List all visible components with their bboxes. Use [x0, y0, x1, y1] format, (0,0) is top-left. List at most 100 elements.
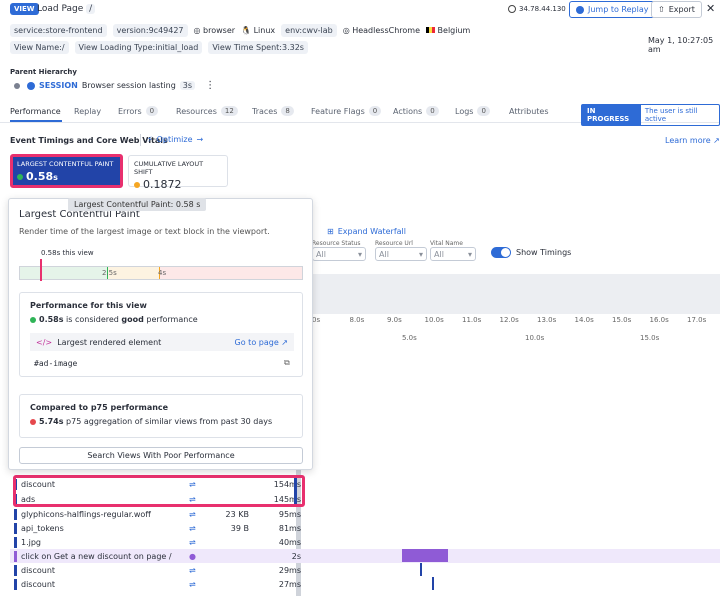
axis-tick: 12.0s [499, 316, 519, 324]
timeline-event-bar[interactable] [402, 549, 448, 562]
tab-attributes[interactable]: Attributes [509, 106, 569, 116]
row-duration: 2s [291, 551, 301, 561]
axis-tick: 9.0s [387, 316, 402, 324]
more-options-icon[interactable]: ⋮ [205, 80, 215, 91]
good-dot-icon [30, 316, 36, 323]
table-row[interactable]: click on Get a new discount on page / ● 2s [10, 549, 720, 563]
view-tag: VIEW [10, 3, 39, 15]
close-icon[interactable]: ✕ [706, 2, 715, 15]
page-title: Load Page / [37, 4, 96, 14]
timeline-event-bar[interactable] [432, 577, 434, 590]
tag-env[interactable]: env:cwv-lab [281, 24, 337, 37]
table-row[interactable]: api_tokens ⇌ 39 B 81ms [14, 521, 714, 535]
tag-time-spent[interactable]: View Time Spent:3.32s [208, 41, 308, 54]
vital-name-select[interactable]: All ▾ [430, 247, 476, 261]
resource-type-icon: ⇌ [189, 537, 196, 547]
tag-country[interactable]: Belgium [426, 26, 470, 35]
p75-line: 5.74s p75 aggregation of similar views f… [30, 417, 272, 426]
tab-traces[interactable]: Traces 8 [252, 106, 311, 116]
tab-resources[interactable]: Resources 12 [176, 106, 252, 116]
lcp-card[interactable]: LARGEST CONTENTFUL PAINT 0.58s [10, 154, 123, 188]
ip-text: 34.78.44.130 [519, 5, 566, 13]
tab-errors[interactable]: Errors 0 [118, 106, 176, 116]
search-poor-views-button[interactable]: Search Views With Poor Performance [19, 447, 303, 464]
ip-address: 34.78.44.130 [508, 5, 566, 13]
row-name: discount [21, 565, 56, 575]
filter-resource-status[interactable]: Resource Status All ▾ [312, 240, 366, 261]
tab-performance[interactable]: Performance [10, 106, 74, 116]
resource-type-icon: ⇌ [189, 579, 196, 589]
belgium-flag-icon [426, 27, 435, 33]
lcp-label: LARGEST CONTENTFUL PAINT [17, 160, 114, 168]
tag-loading-type[interactable]: View Loading Type:initial_load [74, 41, 203, 54]
tab-actions[interactable]: Actions 0 [393, 106, 455, 116]
timeline-event-bar[interactable] [420, 563, 422, 576]
cls-card[interactable]: CUMULATIVE LAYOUT SHIFT 0.1872 [128, 155, 228, 191]
action-icon: ● [189, 551, 196, 561]
tag-browser[interactable]: ◎ browser [194, 26, 236, 35]
axis-tick-secondary: 10.0s [525, 334, 545, 342]
learn-more-link[interactable]: Learn more ↗ [665, 136, 720, 145]
session-link[interactable]: SESSION Browser session lasting 3s ⋮ [14, 80, 215, 91]
lcp-value-row: 0.58s [17, 170, 116, 183]
row-name: discount [21, 579, 56, 589]
session-tag: SESSION [39, 81, 78, 90]
axis-tick: 10.0s [424, 316, 444, 324]
timeline-overview[interactable] [312, 274, 720, 314]
go-to-page-link[interactable]: Go to page ↗ [235, 338, 288, 347]
session-duration: 3s [179, 81, 196, 90]
timeline-axis: 0s 8.0s 9.0s 10.0s 11.0s 12.0s 13.0s 14.0s 15.0s… [312, 316, 720, 328]
scale-bad [160, 267, 302, 279]
row-duration: 27ms [278, 579, 301, 589]
resource-type-icon: ⇌ [189, 523, 196, 533]
cls-value-row: 0.1872 [134, 178, 222, 191]
tag-headless[interactable]: ◎ HeadlessChrome [343, 26, 420, 35]
resource-status-select[interactable]: All ▾ [312, 247, 366, 261]
p75-card: Compared to p75 performance 5.74s p75 ag… [19, 394, 303, 438]
show-timings-toggle[interactable]: Show Timings [491, 247, 571, 258]
export-icon: ⇧ [658, 5, 665, 14]
cls-label: CUMULATIVE LAYOUT SHIFT [134, 160, 204, 176]
expand-waterfall-button[interactable]: ⊞ Expand Waterfall [327, 227, 406, 236]
toggle-switch[interactable] [491, 247, 511, 258]
element-header: </> Largest rendered element Go to page … [30, 333, 294, 351]
popover-description: Render time of the largest image or text… [19, 227, 270, 236]
axis-tick-secondary: 15.0s [640, 334, 660, 342]
jump-to-replay-button[interactable]: Jump to Replay [569, 1, 656, 18]
tab-feature-flags[interactable]: Feature Flags 0 [311, 106, 393, 116]
resource-url-select[interactable]: All ▾ [375, 247, 427, 261]
row-type-bar [14, 536, 17, 548]
vitals-divider [140, 134, 141, 146]
tag-view-name[interactable]: View Name:/ [10, 41, 69, 54]
table-row[interactable]: discount ⇌ 29ms [14, 563, 714, 577]
tab-replay[interactable]: Replay [74, 106, 118, 116]
row-type-bar [14, 508, 17, 520]
tag-version[interactable]: version:9c49427 [112, 24, 188, 37]
bad-dot-icon [30, 418, 36, 425]
view-title: Load Page [37, 4, 84, 14]
filter-resource-url[interactable]: Resource Url All ▾ [375, 240, 427, 261]
table-row[interactable]: 1.jpg ⇌ 40ms [14, 535, 714, 549]
export-button[interactable]: ⇧ Export [651, 1, 702, 18]
row-duration: 95ms [278, 509, 301, 519]
table-row[interactable]: glyphicons-halflings-regular.woff ⇌ 23 KB 9… [14, 507, 714, 521]
external-link-icon: ↗ [281, 337, 288, 347]
copy-icon[interactable]: ⧉ [284, 358, 290, 368]
axis-tick-secondary: 5.0s [402, 334, 417, 342]
row-name: api_tokens [21, 523, 64, 533]
table-row[interactable]: discount ⇌ 27ms [14, 577, 714, 591]
tag-os[interactable]: 🐧 Linux [241, 26, 275, 35]
tab-bar: Performance Replay Errors 0 Resources 12 T… [10, 106, 569, 116]
tag-row-1: service:store-frontend version:9c49427 ◎… [10, 24, 470, 37]
filter-vital-name[interactable]: Vital Name All ▾ [430, 240, 476, 261]
expand-icon: ⊞ [327, 227, 334, 236]
axis-tick: 11.0s [462, 316, 482, 324]
timeline-event-bar[interactable] [294, 478, 297, 504]
axis-tick: 0s [312, 316, 321, 324]
row-type-bar [14, 522, 17, 534]
tag-service[interactable]: service:store-frontend [10, 24, 107, 37]
optimize-link[interactable]: ⚡ Optimize → [147, 135, 203, 144]
chevron-down-icon: ▾ [467, 249, 472, 259]
tab-logs[interactable]: Logs 0 [455, 106, 509, 116]
session-dot-icon [14, 82, 20, 89]
